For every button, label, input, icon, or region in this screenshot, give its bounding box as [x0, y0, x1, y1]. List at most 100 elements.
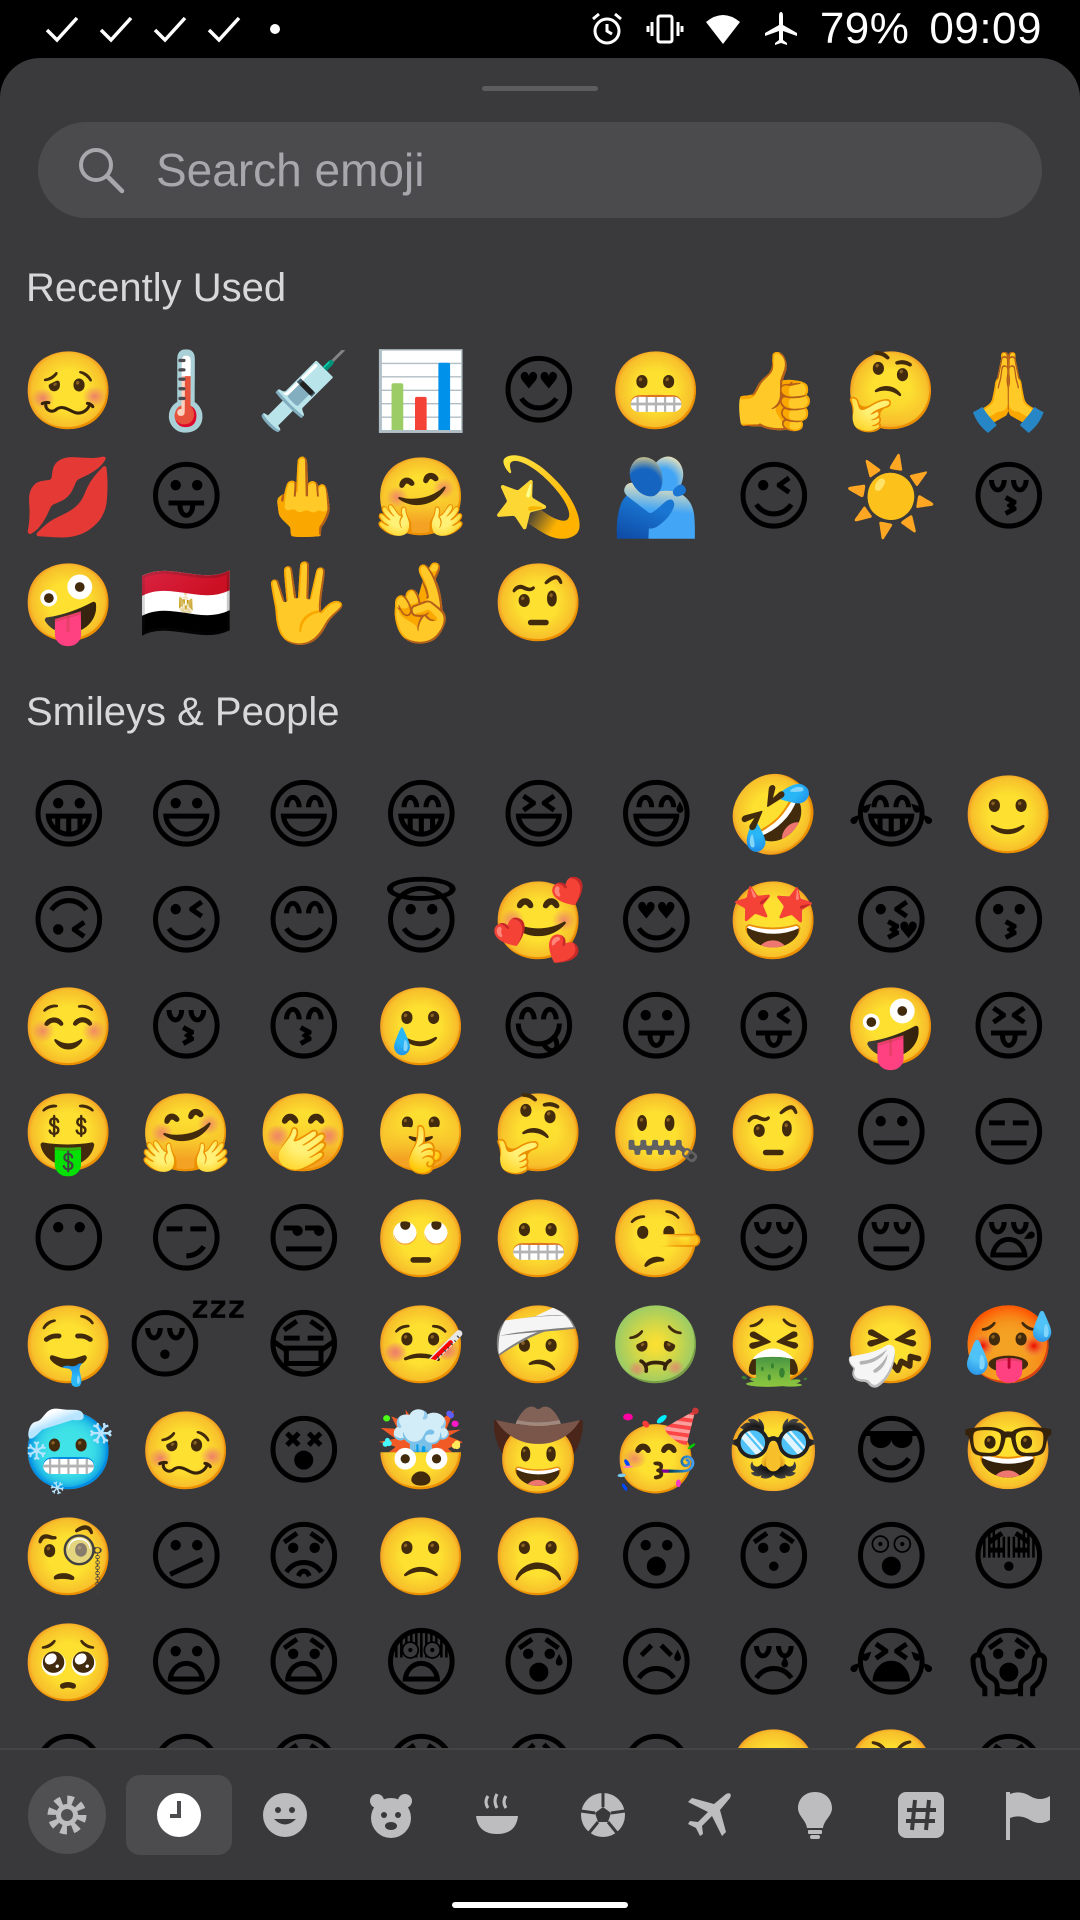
emoji-key[interactable]: 🤓	[950, 1398, 1068, 1504]
emoji-key[interactable]: 🥶	[10, 1398, 128, 1504]
emoji-key[interactable]: 😨	[363, 1610, 481, 1716]
emoji-key[interactable]: 🙄	[363, 1186, 481, 1292]
emoji-key[interactable]: 😘	[833, 868, 951, 974]
emoji-key[interactable]: 💋	[10, 444, 128, 550]
emoji-key[interactable]: 🤒	[363, 1292, 481, 1398]
emoji-key[interactable]: 👍	[715, 338, 833, 444]
emoji-key[interactable]: 😕	[128, 1504, 246, 1610]
emoji-key[interactable]: 🤪	[10, 550, 128, 656]
tab-activities[interactable]	[550, 1775, 656, 1855]
emoji-key[interactable]: 😮	[598, 1504, 716, 1610]
emoji-key[interactable]: 😁	[363, 762, 481, 868]
emoji-key[interactable]: 😋	[480, 974, 598, 1080]
emoji-key[interactable]: 😜	[715, 974, 833, 1080]
drag-handle[interactable]	[482, 86, 598, 91]
emoji-key[interactable]: 🤤	[10, 1292, 128, 1398]
emoji-key[interactable]: 🤗	[128, 1080, 246, 1186]
emoji-key[interactable]: 🤨	[715, 1080, 833, 1186]
emoji-key[interactable]: 😃	[128, 762, 246, 868]
tab-recent[interactable]	[126, 1775, 232, 1855]
emoji-key[interactable]: 😢	[715, 1610, 833, 1716]
tab-animals[interactable]	[338, 1775, 444, 1855]
search-bar[interactable]: Search emoji	[38, 122, 1042, 218]
emoji-key[interactable]: 🇪🇬	[128, 550, 246, 656]
emoji-key[interactable]: 😀	[10, 762, 128, 868]
tab-objects[interactable]	[762, 1775, 868, 1855]
emoji-key[interactable]: 🤥	[598, 1186, 716, 1292]
emoji-key[interactable]: 🤭	[245, 1080, 363, 1186]
emoji-key[interactable]: 😴	[125, 1292, 247, 1398]
search-input[interactable]: Search emoji	[156, 143, 424, 197]
emoji-key[interactable]: ☹️	[480, 1504, 598, 1610]
emoji-key[interactable]: 😛	[128, 444, 246, 550]
emoji-key[interactable]: 🤐	[598, 1080, 716, 1186]
emoji-key[interactable]: 😄	[245, 762, 363, 868]
emoji-key[interactable]: 🥰	[480, 868, 598, 974]
settings-button[interactable]	[28, 1776, 106, 1854]
tab-smileys[interactable]	[232, 1775, 338, 1855]
emoji-key[interactable]: 💉	[245, 338, 363, 444]
emoji-key[interactable]: 😬	[480, 1186, 598, 1292]
emoji-key[interactable]: 🤯	[363, 1398, 481, 1504]
emoji-key[interactable]: 💫	[480, 444, 598, 550]
tab-travel[interactable]	[656, 1775, 762, 1855]
emoji-key[interactable]: 😧	[245, 1610, 363, 1716]
emoji-key[interactable]: 😇	[363, 868, 481, 974]
home-gesture-pill[interactable]	[452, 1902, 628, 1908]
tab-flags[interactable]	[974, 1775, 1080, 1855]
emoji-key[interactable]: 🤢	[598, 1292, 716, 1398]
emoji-key[interactable]: 😉	[128, 868, 246, 974]
emoji-key[interactable]: 🥴	[128, 1398, 246, 1504]
emoji-key[interactable]: 😛	[598, 974, 716, 1080]
emoji-key[interactable]: 🥳	[598, 1398, 716, 1504]
tab-food[interactable]	[444, 1775, 550, 1855]
emoji-key[interactable]: 🫂	[598, 444, 716, 550]
emoji-key[interactable]: 😌	[715, 1186, 833, 1292]
emoji-key[interactable]: 🤮	[715, 1292, 833, 1398]
emoji-key[interactable]: 😟	[245, 1504, 363, 1610]
emoji-key[interactable]: 😔	[833, 1186, 951, 1292]
emoji-key[interactable]: 😍	[480, 338, 598, 444]
emoji-key[interactable]: 🖕	[245, 444, 363, 550]
emoji-key[interactable]: 🤠	[480, 1398, 598, 1504]
emoji-key[interactable]: 😗	[950, 868, 1068, 974]
emoji-key[interactable]: 😚	[128, 974, 246, 1080]
emoji-key[interactable]: ☺️	[10, 974, 128, 1080]
emoji-key[interactable]: 🥴	[10, 338, 128, 444]
emoji-key[interactable]: 🙁	[363, 1504, 481, 1610]
emoji-key[interactable]: 😅	[598, 762, 716, 868]
emoji-key[interactable]: 🙏	[950, 338, 1068, 444]
emoji-key[interactable]: 😪	[950, 1186, 1068, 1292]
emoji-key[interactable]: 🙂	[950, 762, 1068, 868]
emoji-key[interactable]: 🤞	[363, 550, 481, 656]
emoji-key[interactable]: 😎	[833, 1398, 951, 1504]
emoji-key[interactable]: 😆	[480, 762, 598, 868]
emoji-key[interactable]: ☀️	[833, 444, 951, 550]
emoji-key[interactable]: 😚	[950, 444, 1068, 550]
emoji-key[interactable]: 🤑	[10, 1080, 128, 1186]
emoji-key[interactable]: 🤧	[833, 1292, 951, 1398]
emoji-key[interactable]: 🥵	[950, 1292, 1068, 1398]
emoji-key[interactable]: 😐	[833, 1080, 951, 1186]
emoji-key[interactable]: 🤣	[715, 762, 833, 868]
emoji-key[interactable]: 😑	[950, 1080, 1068, 1186]
emoji-key[interactable]: 😷	[245, 1292, 363, 1398]
emoji-key[interactable]: 😳	[950, 1504, 1068, 1610]
emoji-key[interactable]: 😊	[245, 868, 363, 974]
emoji-key[interactable]: 😬	[598, 338, 716, 444]
emoji-key[interactable]: 🤩	[715, 868, 833, 974]
emoji-key[interactable]: 😏	[128, 1186, 246, 1292]
emoji-key[interactable]: 😯	[715, 1504, 833, 1610]
emoji-key[interactable]: 🤗	[363, 444, 481, 550]
emoji-key[interactable]: 🙃	[10, 868, 128, 974]
emoji-key[interactable]: 🤫	[363, 1080, 481, 1186]
emoji-key[interactable]: 🤪	[833, 974, 951, 1080]
emoji-key[interactable]: 😲	[833, 1504, 951, 1610]
emoji-key[interactable]: 🤔	[833, 338, 951, 444]
emoji-key[interactable]: 🧐	[10, 1504, 128, 1610]
emoji-key[interactable]: 😉	[715, 444, 833, 550]
emoji-key[interactable]: 😙	[245, 974, 363, 1080]
tab-symbols[interactable]	[868, 1775, 974, 1855]
emoji-key[interactable]: 🥸	[715, 1398, 833, 1504]
emoji-key[interactable]: 🖐️	[245, 550, 363, 656]
